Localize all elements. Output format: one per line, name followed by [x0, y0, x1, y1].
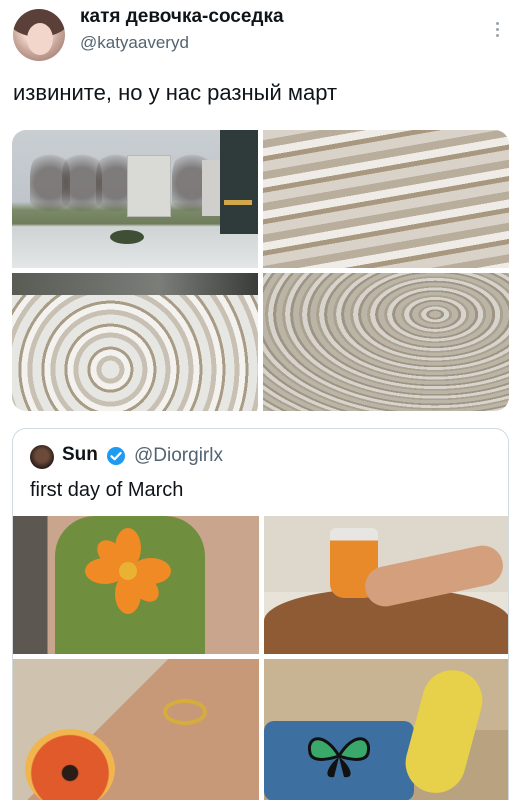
papaya	[25, 729, 115, 800]
more-options-icon[interactable]	[492, 22, 502, 42]
avatar-face	[27, 23, 53, 55]
apartment-building	[127, 155, 171, 217]
media-photo-1[interactable]	[12, 130, 258, 268]
quoted-media-photo-4[interactable]	[264, 659, 508, 800]
quoted-author-avatar[interactable]	[30, 445, 54, 469]
quoted-author-name[interactable]: Sun	[62, 444, 98, 466]
butterfly-icon	[307, 737, 371, 778]
tweet-text: извините, но у нас разный март	[13, 80, 338, 105]
tweet-media-grid	[12, 130, 509, 411]
author-display-name[interactable]: катя девочка-соседка	[80, 6, 284, 28]
quoted-tweet-text: first day of March	[30, 479, 184, 501]
media-photo-4[interactable]	[263, 273, 509, 411]
tweet-header: катя девочка-соседка @katyaaveryd	[0, 0, 518, 68]
quoted-media-photo-2[interactable]	[264, 516, 508, 654]
bush	[110, 230, 144, 244]
quoted-tweet[interactable]: Sun @Diorgirlx first day of March	[12, 428, 509, 800]
flower-icon	[85, 528, 171, 614]
media-photo-2[interactable]	[263, 130, 509, 268]
author-avatar[interactable]	[13, 9, 65, 61]
quoted-media-photo-1[interactable]	[13, 516, 259, 654]
quoted-author-handle[interactable]: @Diorgirlx	[134, 445, 223, 467]
quoted-media-photo-3[interactable]	[13, 659, 259, 800]
author-handle[interactable]: @katyaaveryd	[80, 33, 189, 53]
gold-bracelet	[163, 699, 207, 725]
media-photo-3[interactable]	[12, 273, 258, 411]
verified-badge-icon	[107, 447, 125, 465]
parked-cars	[12, 273, 258, 295]
yellow-shoe	[398, 663, 490, 800]
shop-facade	[220, 130, 258, 234]
